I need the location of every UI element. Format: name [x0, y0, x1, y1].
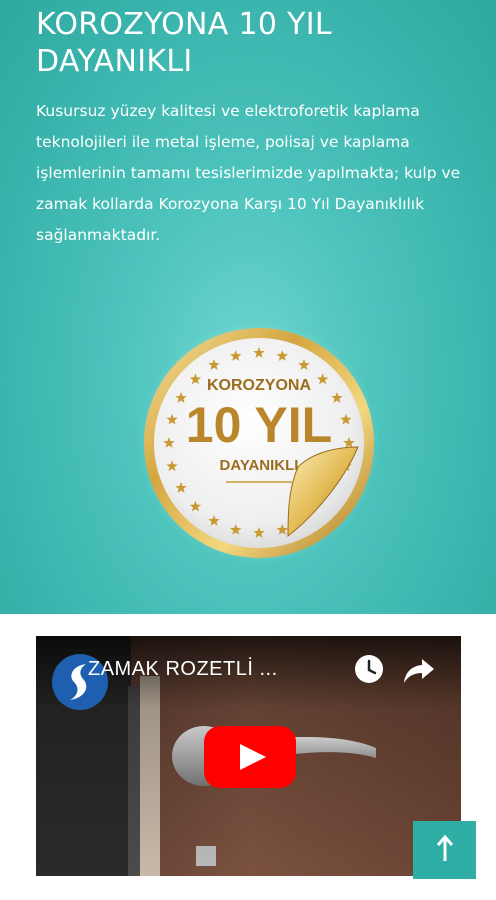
arrow-up-icon [436, 835, 454, 861]
badge-line2: 10 YIL [186, 397, 332, 453]
hero-title-line1: KOROZYONA 10 YIL [36, 7, 332, 42]
youtube-play-icon[interactable] [204, 726, 296, 788]
hero-description: Kusursuz yüzey kalitesi ve elektroforeti… [36, 102, 461, 244]
clock-icon[interactable] [353, 653, 385, 685]
hero-title: KOROZYONA 10 YIL DAYANIKLI [36, 6, 476, 80]
share-icon[interactable] [402, 655, 436, 685]
video-title[interactable]: ZAMAK ROZETLİ ... [88, 658, 278, 681]
scroll-to-top-button[interactable] [413, 821, 476, 879]
badge-line3: DAYANIKLI [220, 457, 299, 474]
gold-seal-icon: KOROZYONA 10 YIL DAYANIKLI [138, 322, 380, 564]
badge-line1: KOROZYONA [207, 377, 311, 394]
hero-title-line2: DAYANIKLI [36, 44, 193, 79]
